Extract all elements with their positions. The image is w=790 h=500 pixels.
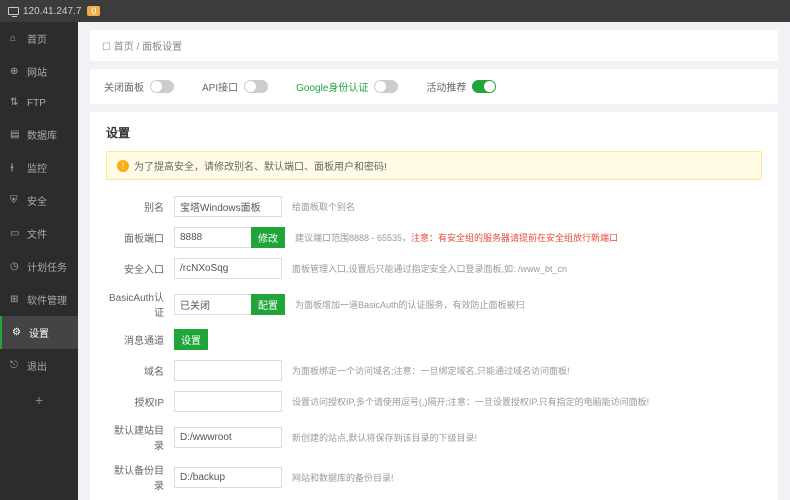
hint-basicauth: 为面板增加一道BasicAuth的认证服务，有效防止面板被扫 [295, 298, 525, 311]
panel-title: 设置 [106, 124, 762, 141]
label-basicauth: BasicAuth认证 [106, 289, 164, 319]
server-ip-top: 120.41.247.7 [23, 6, 81, 17]
sidebar-item-files[interactable]: ▭文件 [0, 217, 78, 250]
top-bar: 120.41.247.7 0 [0, 0, 790, 22]
warning-banner: !为了提高安全，请修改别名、默认端口、面板用户和密码! [106, 151, 762, 180]
toggle-bar: 关闭面板 API接口 Google身份认证 活动推荐 [90, 69, 778, 104]
ftp-icon: ⇅ [10, 97, 22, 109]
breadcrumb: ☐ 首页 / 面板设置 [90, 30, 778, 61]
sidebar-add[interactable]: + [0, 382, 78, 418]
package-icon: ⊞ [10, 294, 22, 306]
database-icon: ▤ [10, 129, 22, 141]
hint-domain: 为面板绑定一个访问域名;注意：一旦绑定域名,只能通过域名访问面板! [292, 364, 570, 377]
breadcrumb-current: 面板设置 [142, 42, 182, 53]
warning-icon: ! [117, 160, 129, 172]
globe-icon: ⊕ [10, 66, 22, 78]
sidebar-item-cron[interactable]: ◷计划任务 [0, 250, 78, 283]
clock-icon: ◷ [10, 261, 22, 273]
sidebar-item-site[interactable]: ⊕网站 [0, 55, 78, 88]
btn-msg-set[interactable]: 设置 [174, 329, 208, 350]
toggle-recommend[interactable] [472, 80, 496, 93]
input-basicauth[interactable] [174, 294, 252, 315]
hint-site-dir: 新创建的站点,默认将保存到该目录的下级目录! [292, 431, 477, 444]
input-site-dir[interactable] [174, 427, 282, 448]
label-site-dir: 默认建站目录 [106, 422, 164, 452]
label-auth-ip: 授权IP [106, 394, 164, 409]
input-domain[interactable] [174, 360, 282, 381]
btn-port-modify[interactable]: 修改 [251, 227, 285, 248]
toggle-rec-label: 活动推荐 [426, 79, 466, 94]
home-icon: ⌂ [10, 33, 22, 45]
label-backup-dir: 默认备份目录 [106, 462, 164, 492]
hint-auth-ip: 设置访问授权IP,多个请使用逗号(,)隔开;注意：一旦设置授权IP,只有指定的电… [292, 395, 649, 408]
input-alias[interactable] [174, 196, 282, 217]
main-content: ☐ 首页 / 面板设置 关闭面板 API接口 Google身份认证 活动推荐 设… [78, 22, 790, 500]
sidebar-item-database[interactable]: ▤数据库 [0, 118, 78, 151]
label-entry: 安全入口 [106, 261, 164, 276]
input-port[interactable] [174, 227, 252, 248]
input-entry[interactable] [174, 258, 282, 279]
hint-backup-dir: 网站和数据库的备份目录! [292, 471, 394, 484]
sidebar-item-software[interactable]: ⊞软件管理 [0, 283, 78, 316]
label-domain: 域名 [106, 363, 164, 378]
folder-icon: ▭ [10, 228, 22, 240]
hint-port: 建议端口范围8888 - 65535，注意：有安全组的服务器请提前在安全组放行新… [295, 231, 618, 244]
sidebar-item-home[interactable]: ⌂首页 [0, 22, 78, 55]
sidebar: ⌂首页 ⊕网站 ⇅FTP ▤数据库 ⫳监控 ⛨安全 ▭文件 ◷计划任务 ⊞软件管… [0, 22, 78, 500]
btn-basicauth-config[interactable]: 配置 [251, 294, 285, 315]
input-auth-ip[interactable] [174, 391, 282, 412]
sidebar-item-logout[interactable]: ⎋退出 [0, 349, 78, 382]
sidebar-item-settings[interactable]: ⚙设置 [0, 316, 78, 349]
hint-alias: 给面板取个别名 [292, 200, 355, 213]
breadcrumb-home[interactable]: 首页 [114, 42, 134, 53]
toggle-close-label: 关闭面板 [104, 79, 144, 94]
toggle-google-label: Google身份认证 [296, 79, 368, 94]
label-port: 面板端口 [106, 230, 164, 245]
input-backup-dir[interactable] [174, 467, 282, 488]
chart-icon: ⫳ [10, 162, 22, 174]
sidebar-item-ftp[interactable]: ⇅FTP [0, 88, 78, 118]
toggle-api[interactable] [244, 80, 268, 93]
shield-icon: ⛨ [10, 195, 22, 207]
monitor-icon [8, 7, 19, 15]
label-alias: 别名 [106, 199, 164, 214]
hint-entry: 面板管理入口,设置后只能通过指定安全入口登录面板,如: /www_bt_cn [292, 262, 567, 275]
label-msg: 消息通道 [106, 332, 164, 347]
toggle-google-auth[interactable] [374, 80, 398, 93]
settings-panel: 设置 !为了提高安全，请修改别名、默认端口、面板用户和密码! 别名 给面板取个别名… [90, 112, 778, 500]
notification-badge[interactable]: 0 [87, 6, 100, 16]
toggle-api-label: API接口 [202, 79, 238, 94]
sidebar-item-security[interactable]: ⛨安全 [0, 184, 78, 217]
exit-icon: ⎋ [10, 360, 22, 372]
sidebar-item-monitor[interactable]: ⫳监控 [0, 151, 78, 184]
gear-icon: ⚙ [12, 327, 24, 339]
toggle-close-panel[interactable] [150, 80, 174, 93]
